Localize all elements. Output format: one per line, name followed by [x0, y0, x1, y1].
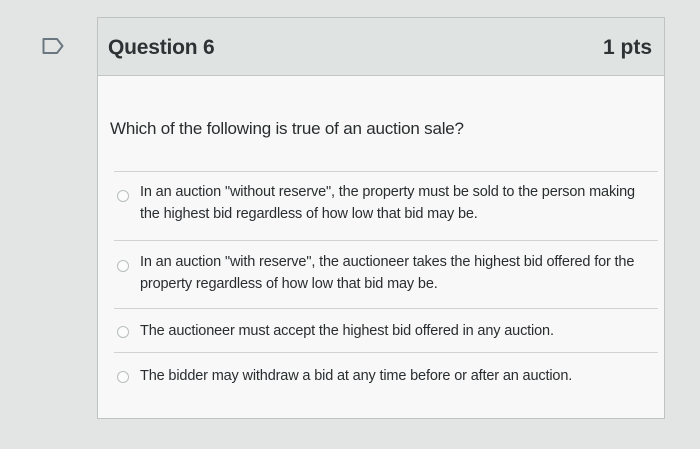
answer-label: In an auction "with reserve", the auctio… — [140, 254, 635, 292]
answer-option-3[interactable]: The auctioneer must accept the highest b… — [114, 316, 656, 348]
flag-question-icon[interactable] — [42, 37, 64, 55]
question-text: Which of the following is true of an auc… — [110, 119, 464, 138]
answer-divider — [114, 171, 658, 172]
radio-unchecked-icon[interactable] — [117, 190, 129, 202]
question-header: Question 6 1 pts — [98, 18, 664, 76]
answer-option-4[interactable]: The bidder may withdraw a bid at any tim… — [114, 360, 656, 392]
radio-unchecked-icon[interactable] — [117, 260, 129, 272]
radio-unchecked-icon[interactable] — [117, 371, 129, 383]
answer-label: The auctioneer must accept the highest b… — [140, 323, 554, 339]
answer-divider — [114, 352, 658, 353]
question-card: Question 6 1 pts Which of the following … — [97, 17, 665, 419]
answer-divider — [114, 240, 658, 241]
answer-label: In an auction "without reserve", the pro… — [140, 184, 635, 222]
answer-option-2[interactable]: In an auction "with reserve", the auctio… — [114, 246, 656, 306]
radio-unchecked-icon[interactable] — [117, 326, 129, 338]
question-points: 1 pts — [602, 36, 652, 59]
answer-option-1[interactable]: In an auction "without reserve", the pro… — [114, 178, 656, 238]
answer-label: The bidder may withdraw a bid at any tim… — [140, 368, 573, 384]
answer-divider — [114, 308, 658, 309]
question-title: Question 6 — [108, 36, 215, 59]
